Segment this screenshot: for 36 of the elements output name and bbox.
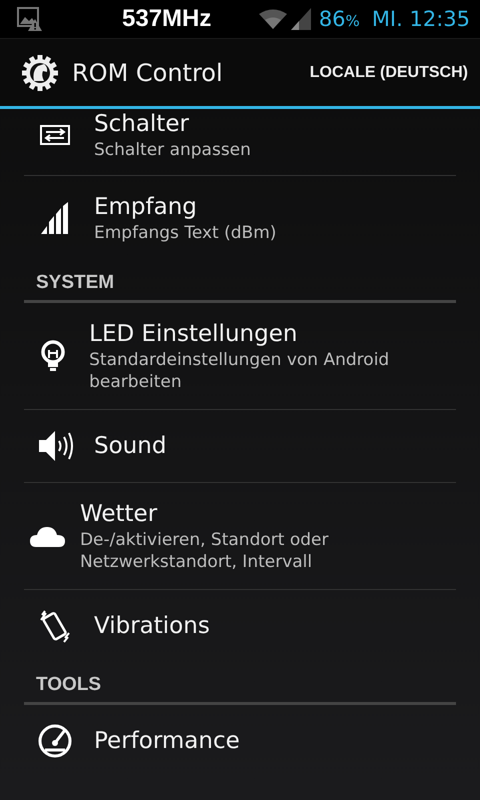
item-summary: Standardeinstellungen von Android bearbeiten — [89, 349, 390, 393]
item-title: Vibrations — [94, 612, 210, 641]
signal-icon — [290, 8, 311, 30]
vibrating-phone-icon — [40, 609, 70, 643]
preference-item[interactable]: Performance — [24, 705, 456, 777]
gear-horse-logo-icon — [20, 52, 60, 92]
item-title: LED Einstellungen — [89, 320, 298, 349]
preference-item[interactable]: Vibrations — [24, 590, 456, 662]
item-title: Performance — [94, 727, 240, 756]
clock: MI. 12:35 — [372, 7, 470, 31]
item-title: Empfang — [94, 193, 198, 222]
item-title: Sound — [94, 432, 166, 461]
item-title: Schalter — [94, 110, 190, 139]
preference-item[interactable]: Empfang Empfangs Text (dBm) — [24, 176, 456, 260]
app-title: ROM Control — [72, 58, 223, 86]
preference-item[interactable]: Sound — [24, 410, 456, 483]
swap-arrows-icon — [40, 125, 70, 145]
locale-button[interactable]: LOCALE (DEUTSCH) — [310, 58, 468, 88]
cpu-frequency: 537MHz — [122, 5, 212, 33]
category-header: TOOLS — [36, 674, 102, 695]
item-summary: Empfangs Text (dBm) — [94, 222, 276, 244]
speaker-icon — [37, 429, 73, 463]
signal-bars-icon — [41, 202, 69, 234]
item-title: Wetter — [80, 500, 158, 529]
item-summary: De-/aktivieren, Standort oder Netzwerkstandort, Intervall — [80, 529, 330, 573]
light-bulb-icon — [40, 340, 66, 372]
preference-item[interactable]: Wetter De-/aktivieren, Standort oder Netzwerkstandort, Intervall — [24, 483, 456, 590]
category-header: SYSTEM — [36, 272, 114, 293]
speedometer-icon — [38, 724, 72, 758]
preference-item[interactable]: LED Einstellungen Standardeinstellungen von Android bearbeiten — [24, 303, 456, 410]
image-warning-icon — [16, 6, 42, 32]
cloud-icon — [30, 525, 66, 547]
battery-level: 86% — [318, 7, 360, 31]
item-summary: Schalter anpassen — [94, 139, 251, 161]
preference-item[interactable]: Schalter Schalter anpassen — [24, 109, 456, 176]
wifi-icon — [258, 9, 287, 29]
